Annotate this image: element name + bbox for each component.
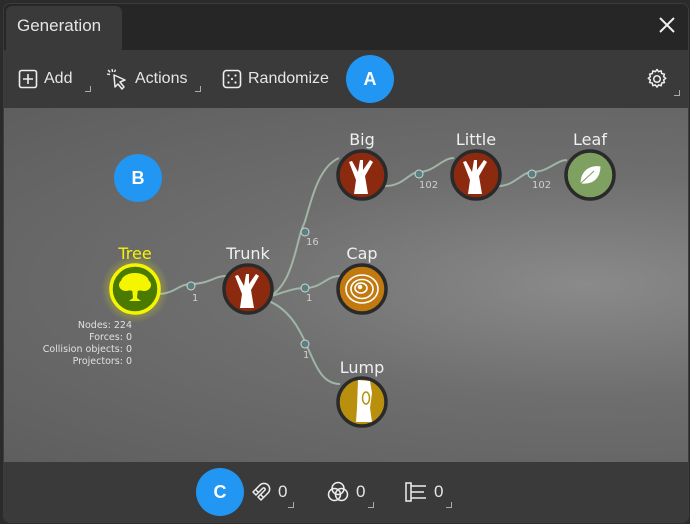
stat-collision-objects: Collision objects: 0 — [42, 344, 132, 355]
node-label: Leaf — [573, 130, 607, 149]
projectors-button[interactable]: 0 — [404, 462, 452, 522]
dropdown-corner — [368, 502, 374, 508]
edge-count: 1 — [303, 350, 309, 361]
node-little[interactable]: Little — [450, 130, 502, 201]
node-tree[interactable]: Tree — [101, 244, 169, 323]
edge-knot[interactable] — [414, 169, 424, 179]
toolbar: Add Actions Randomize A — [4, 50, 688, 108]
collision-count: 0 — [356, 482, 366, 501]
tab-generation[interactable]: Generation — [6, 6, 122, 50]
node-label: Tree — [117, 244, 151, 263]
magnet-icon — [252, 482, 271, 501]
annotation-badge-b: B — [114, 154, 162, 202]
projector-icon — [405, 482, 426, 502]
node-label: Cap — [346, 244, 377, 263]
randomize-label: Randomize — [248, 70, 329, 87]
forces-button[interactable]: 0 — [250, 462, 294, 522]
status-bar: C 0 0 0 — [4, 462, 688, 522]
node-lump[interactable]: Lump — [336, 358, 388, 428]
node-cap[interactable]: Cap — [336, 244, 388, 315]
stat-nodes: Nodes: 224 — [77, 320, 132, 331]
projectors-count: 0 — [434, 482, 444, 501]
node-label: Little — [456, 130, 496, 149]
edge-count: 1 — [306, 293, 312, 304]
dropdown-corner — [446, 502, 452, 508]
edge-knot[interactable] — [527, 169, 537, 179]
node-label: Trunk — [225, 244, 270, 263]
actions-button[interactable]: Actions — [105, 50, 201, 108]
node-graph: 1 16 1 1 102 102 Tree Trunk Big Little L… — [101, 130, 616, 428]
collision-icon — [327, 481, 349, 502]
node-label: Lump — [340, 358, 385, 377]
edge-count: 102 — [532, 180, 551, 191]
node-big[interactable]: Big — [336, 130, 388, 201]
edge-count: 16 — [306, 237, 319, 248]
node-leaf[interactable]: Leaf — [564, 130, 616, 201]
edge-knot[interactable] — [186, 281, 196, 291]
actions-label: Actions — [135, 70, 188, 87]
edge-knot[interactable] — [300, 283, 310, 293]
pointer-click-icon — [106, 68, 126, 90]
generation-window: Generation Add Actions Randomize A 1 16 … — [3, 3, 689, 523]
dropdown-corner — [674, 90, 680, 96]
add-icon — [18, 69, 38, 89]
tab-bar: Generation — [4, 4, 688, 50]
node-label: Big — [349, 130, 375, 149]
node-graph-canvas[interactable]: 1 16 1 1 102 102 Tree Trunk Big Little L… — [4, 108, 688, 462]
dropdown-corner — [195, 86, 201, 92]
edge-trunk-big — [265, 157, 340, 299]
forces-count: 0 — [278, 482, 288, 501]
gear-icon[interactable] — [645, 67, 669, 91]
node-trunk[interactable]: Trunk — [222, 244, 274, 315]
annotation-badge-c: C — [196, 468, 244, 516]
edge-knot[interactable] — [300, 339, 310, 349]
randomize-button[interactable]: Randomize — [222, 50, 329, 108]
dropdown-corner — [288, 502, 294, 508]
tree-stats: Nodes: 224 Forces: 0 Collision objects: … — [14, 320, 132, 368]
edge-count: 1 — [192, 293, 198, 304]
add-button[interactable]: Add — [18, 50, 91, 108]
dropdown-corner — [85, 86, 91, 92]
collision-objects-button[interactable]: 0 — [326, 462, 374, 522]
edge-count: 102 — [419, 180, 438, 191]
add-label: Add — [44, 70, 73, 87]
annotation-badge-a: A — [346, 55, 394, 103]
edge-knot[interactable] — [300, 227, 310, 237]
stat-projectors: Projectors: 0 — [72, 356, 132, 367]
close-icon[interactable] — [654, 12, 680, 38]
dice-icon — [222, 69, 242, 89]
stat-forces: Forces: 0 — [89, 332, 132, 343]
